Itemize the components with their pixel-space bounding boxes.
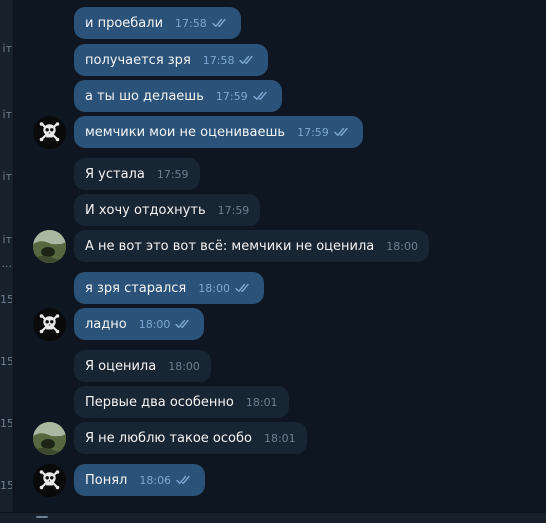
message-time: 18:06 (139, 473, 172, 487)
attach-icon[interactable] (36, 516, 48, 518)
message-text: А не вот это вот всё: мемчики не оценила (85, 238, 375, 254)
message-text: и проебали (85, 15, 164, 31)
message-bubble-incoming[interactable]: Я оценила 18:00 (74, 350, 211, 382)
skull-icon (33, 308, 66, 341)
message-time: 18:00 (198, 281, 230, 295)
message-list[interactable]: и проебали 17:58 получается зря 17:58 а … (0, 0, 546, 512)
photo-avatar[interactable] (33, 422, 66, 455)
message-text: ладно (85, 316, 127, 332)
message-text: мемчики мои не оцениваешь (85, 124, 286, 140)
double-check-icon (176, 475, 190, 484)
message-text: Понял (85, 472, 128, 488)
message-bubble-incoming[interactable]: А не вот это вот всё: мемчики не оценила… (74, 230, 429, 262)
double-check-icon (212, 18, 226, 27)
message-time: 17:59 (217, 203, 250, 217)
skull-icon (33, 464, 66, 497)
message-bubble-incoming[interactable]: Я устала 17:59 (74, 158, 200, 190)
double-check-icon (235, 283, 249, 292)
message-bubble-outgoing[interactable]: и проебали 17:58 (74, 7, 241, 39)
landscape-photo-icon (33, 422, 66, 455)
double-check-icon (334, 127, 348, 136)
skull-icon (33, 116, 66, 149)
message-bubble-outgoing[interactable]: а ты шо делаешь 17:59 (74, 80, 282, 112)
message-text: Я не люблю такое особо (85, 430, 252, 446)
photo-avatar[interactable] (33, 230, 66, 263)
message-text: Первые два особенно (85, 394, 234, 410)
double-check-icon (239, 55, 254, 64)
skull-avatar[interactable] (33, 116, 66, 149)
message-time: 18:00 (138, 317, 171, 331)
message-text: Я устала (85, 166, 145, 182)
message-text: Я оценила (85, 358, 157, 374)
message-time: 17:58 (175, 16, 207, 30)
message-time: 18:01 (245, 395, 278, 409)
message-text: а ты шо делаешь (85, 88, 204, 104)
message-bubble-outgoing[interactable]: Понял 18:06 (74, 464, 206, 496)
message-text: получается зря (85, 52, 191, 68)
message-time: 18:00 (168, 359, 200, 373)
message-bubble-incoming[interactable]: Первые два особенно 18:01 (74, 386, 289, 418)
message-time: 17:59 (215, 89, 248, 103)
message-time: 17:58 (202, 53, 235, 67)
message-text: И хочу отдохнуть (85, 202, 206, 218)
message-bubble-incoming[interactable]: И хочу отдохнуть 17:59 (74, 194, 261, 226)
message-text: я зря старался (85, 280, 187, 296)
message-bubble-outgoing[interactable]: я зря старался 18:00 (74, 272, 264, 304)
message-input-bar[interactable] (0, 512, 546, 523)
message-bubble-outgoing[interactable]: получается зря 17:58 (74, 44, 269, 76)
chat-window: іт іт іт іт ... 15 15 15 15 и проебали 1… (0, 0, 546, 523)
message-time: 18:01 (263, 431, 296, 445)
skull-avatar[interactable] (33, 464, 66, 497)
double-check-icon (252, 91, 267, 100)
landscape-photo-icon (33, 230, 66, 263)
message-bubble-outgoing[interactable]: ладно 18:00 (74, 308, 205, 340)
message-time: 18:00 (386, 239, 418, 253)
message-time: 17:59 (297, 125, 329, 139)
message-time: 17:59 (156, 167, 189, 181)
message-bubble-incoming[interactable]: Я не люблю такое особо 18:01 (74, 422, 307, 454)
message-bubble-outgoing[interactable]: мемчики мои не оцениваешь 17:59 (74, 116, 363, 148)
skull-avatar[interactable] (33, 308, 66, 341)
double-check-icon (175, 319, 190, 328)
